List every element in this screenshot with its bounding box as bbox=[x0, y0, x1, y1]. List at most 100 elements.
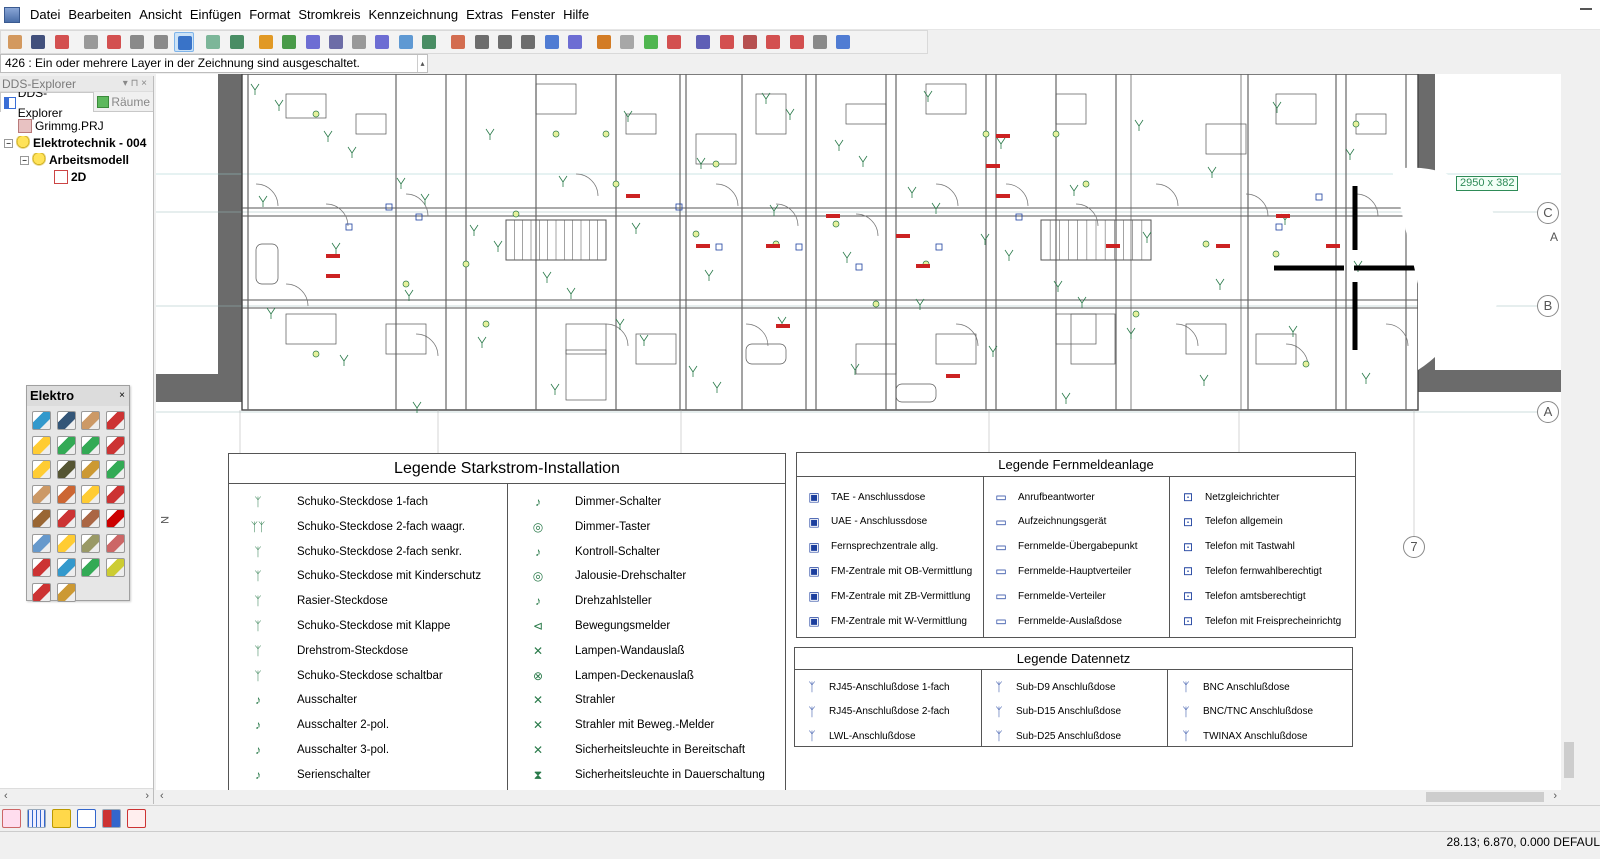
toolbar-button-icon[interactable] bbox=[349, 32, 369, 52]
menu-einfuegen[interactable]: Einfügen bbox=[186, 0, 245, 30]
toolbar-button-icon[interactable] bbox=[542, 32, 562, 52]
toolbar-button-icon[interactable] bbox=[495, 32, 515, 52]
toolbar-button-icon[interactable] bbox=[372, 32, 392, 52]
elektro-tool-icon[interactable] bbox=[56, 533, 76, 553]
toolbar-button-icon[interactable] bbox=[472, 32, 492, 52]
toolbar-button-icon[interactable] bbox=[810, 32, 830, 52]
toolbar-button-icon[interactable] bbox=[81, 32, 101, 52]
elektro-tool-icon[interactable] bbox=[105, 558, 125, 577]
elektro-tool-icon[interactable] bbox=[105, 484, 125, 504]
toolbar-button-icon[interactable] bbox=[641, 32, 661, 52]
snap-icon[interactable] bbox=[2, 809, 21, 828]
hscroll-thumb[interactable] bbox=[1426, 792, 1544, 802]
elektro-tool-icon[interactable] bbox=[81, 558, 100, 577]
elektro-tool-icon[interactable] bbox=[32, 509, 51, 528]
elektro-tool-icon[interactable] bbox=[32, 484, 51, 504]
toolbar-button-icon[interactable] bbox=[303, 32, 323, 52]
elektro-tool-icon[interactable] bbox=[81, 435, 100, 455]
scroll-right-icon[interactable]: › bbox=[1553, 790, 1557, 802]
vscroll-thumb[interactable] bbox=[1564, 742, 1574, 778]
elektro-tool-icon[interactable] bbox=[32, 435, 51, 455]
close-icon[interactable]: × bbox=[119, 386, 125, 406]
drawing-canvas[interactable]: 2950 x 382 C A B A 1 2 3 5 6 7 N Legende… bbox=[156, 74, 1561, 790]
toolbar-button-icon[interactable] bbox=[594, 32, 614, 52]
toolbar-button-icon[interactable] bbox=[104, 32, 124, 52]
elektro-tool-icon[interactable] bbox=[105, 411, 125, 430]
canvas-vertical-scrollbar[interactable] bbox=[1561, 74, 1578, 790]
status-dropdown-icon[interactable]: ▴ bbox=[417, 55, 427, 72]
menu-ansicht[interactable]: Ansicht bbox=[135, 0, 186, 30]
toolbar-button-icon[interactable] bbox=[203, 32, 223, 52]
menu-bearbeiten[interactable]: Bearbeiten bbox=[64, 0, 135, 30]
tree-item-project[interactable]: Grimmg.PRJ bbox=[18, 118, 104, 134]
toolbar-button-icon[interactable] bbox=[256, 32, 276, 52]
menu-stromkreis[interactable]: Stromkreis bbox=[294, 0, 364, 30]
menu-datei[interactable]: Datei bbox=[26, 0, 64, 30]
toolbar-button-icon[interactable] bbox=[127, 32, 147, 52]
elektro-tool-icon[interactable] bbox=[32, 460, 51, 479]
toolbar-button-icon[interactable] bbox=[5, 32, 25, 52]
elektro-tool-icon[interactable] bbox=[56, 558, 76, 577]
collapse-icon[interactable]: − bbox=[20, 155, 29, 165]
toolbar-button-icon[interactable] bbox=[693, 32, 713, 52]
toolbar-button-icon[interactable] bbox=[448, 32, 468, 52]
elektro-tool-icon[interactable] bbox=[56, 509, 76, 528]
elektro-tool-icon[interactable] bbox=[105, 435, 125, 455]
toolbar-button-icon[interactable] bbox=[151, 32, 171, 52]
tab-raeume[interactable]: Räume bbox=[94, 92, 153, 112]
toolbar-button-icon[interactable] bbox=[279, 32, 299, 52]
pin-close-icons[interactable]: ▾ ⊓ × bbox=[123, 76, 147, 92]
elektro-tool-icon[interactable] bbox=[81, 484, 100, 504]
dimension-icon[interactable] bbox=[127, 809, 146, 828]
toolbar-button-icon[interactable] bbox=[396, 32, 416, 52]
tree-item-elektrotechnik[interactable]: − Elektrotechnik - 004 bbox=[4, 135, 146, 151]
grid-icon[interactable] bbox=[27, 809, 46, 828]
layer-icon[interactable] bbox=[52, 809, 71, 828]
toolbar-button-icon[interactable] bbox=[28, 32, 48, 52]
elektro-tool-icon[interactable] bbox=[56, 411, 76, 430]
collapse-icon[interactable]: − bbox=[4, 138, 13, 148]
toolbar-button-icon[interactable] bbox=[52, 32, 72, 52]
elektro-tool-icon[interactable] bbox=[56, 435, 76, 455]
elektro-tool-icon[interactable] bbox=[105, 460, 125, 479]
toolbar-button-icon[interactable] bbox=[518, 32, 538, 52]
elektro-tool-icon[interactable] bbox=[105, 533, 125, 553]
toolbar-button-icon[interactable] bbox=[740, 32, 760, 52]
elektro-tool-icon[interactable] bbox=[32, 558, 51, 577]
menu-extras[interactable]: Extras bbox=[462, 0, 507, 30]
toolbar-button-icon[interactable] bbox=[664, 32, 684, 52]
elektro-palette-header[interactable]: Elektro × bbox=[27, 386, 129, 406]
elektro-tool-icon[interactable] bbox=[32, 582, 51, 602]
menu-hilfe[interactable]: Hilfe bbox=[559, 0, 593, 30]
tree-item-arbeitsmodell[interactable]: − Arbeitsmodell bbox=[20, 152, 129, 168]
toolbar-button-icon[interactable] bbox=[565, 32, 585, 52]
menu-fenster[interactable]: Fenster bbox=[507, 0, 559, 30]
tab-dds-explorer[interactable]: DDS-Explorer bbox=[0, 86, 95, 120]
scroll-left-icon[interactable]: ‹ bbox=[160, 790, 164, 802]
toolbar-button-icon[interactable] bbox=[174, 32, 195, 52]
elektro-tool-icon[interactable] bbox=[105, 509, 125, 528]
toolbar-button-icon[interactable] bbox=[227, 32, 247, 52]
page-icon[interactable] bbox=[77, 809, 96, 828]
toolbar-button-icon[interactable] bbox=[717, 32, 737, 52]
scroll-left-icon[interactable]: ‹ bbox=[4, 790, 8, 802]
menu-kennzeichnung[interactable]: Kennzeichnung bbox=[365, 0, 463, 30]
minimize-icon[interactable] bbox=[1580, 8, 1592, 10]
elektro-tool-icon[interactable] bbox=[56, 484, 76, 504]
mirror-icon[interactable] bbox=[102, 809, 121, 828]
elektro-tool-icon[interactable] bbox=[81, 533, 100, 553]
app-icon[interactable] bbox=[4, 6, 20, 23]
toolbar-button-icon[interactable] bbox=[326, 32, 346, 52]
elektro-tool-icon[interactable] bbox=[56, 582, 76, 602]
elektro-tool-icon[interactable] bbox=[56, 460, 76, 479]
toolbar-button-icon[interactable] bbox=[763, 32, 783, 52]
menu-format[interactable]: Format bbox=[245, 0, 294, 30]
elektro-tool-icon[interactable] bbox=[32, 411, 51, 430]
elektro-tool-icon[interactable] bbox=[81, 460, 100, 479]
elektro-tool-icon[interactable] bbox=[81, 411, 100, 430]
elektro-tool-icon[interactable] bbox=[32, 533, 51, 553]
elektro-tool-icon[interactable] bbox=[81, 509, 100, 528]
canvas-horizontal-scrollbar[interactable]: ‹ › bbox=[156, 790, 1561, 804]
toolbar-button-icon[interactable] bbox=[617, 32, 637, 52]
scroll-right-icon[interactable]: › bbox=[145, 790, 149, 802]
